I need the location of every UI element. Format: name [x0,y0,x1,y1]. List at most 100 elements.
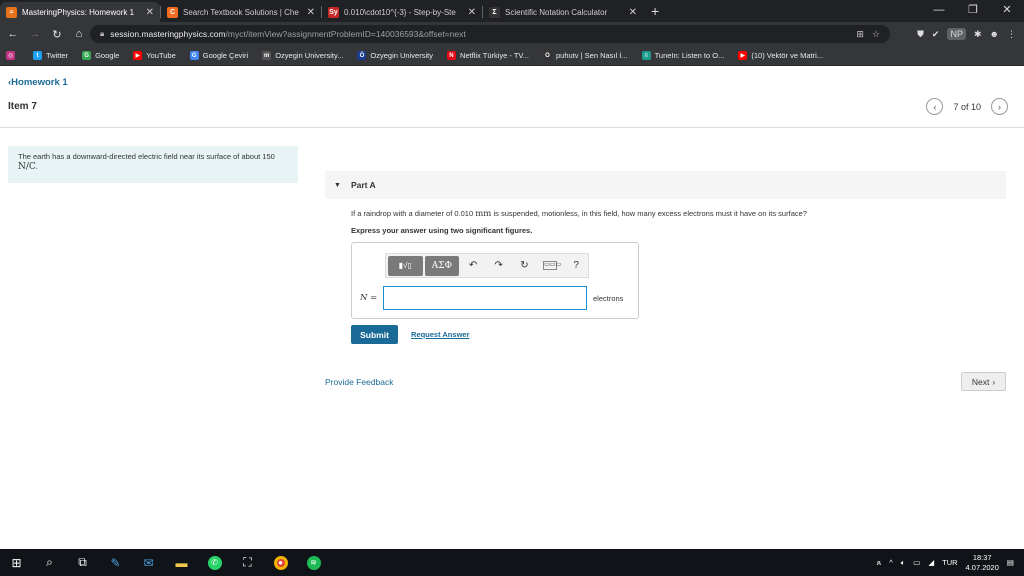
bookmark-item[interactable]: t Twitter [33,51,68,60]
page-title: Item 7 [8,101,37,112]
next-button-label: Next [971,376,990,387]
provide-feedback-link[interactable]: Provide Feedback [325,377,394,387]
browser-tab[interactable]: ≈ MasteringPhysics: Homework 1 ✕ [0,2,160,22]
tab-title: MasteringPhysics: Homework 1 [22,7,135,17]
translate-icon[interactable]: ⊞ [856,25,864,43]
tab-title: Scientific Notation Calculator [505,7,608,17]
task-view-icon[interactable]: ⧉ [66,549,99,576]
bookmark-item[interactable]: ≡ TuneIn: Listen to O... [641,51,724,60]
tab-close-icon[interactable]: ✕ [629,7,637,18]
pager-text: 7 of 10 [953,101,981,112]
store-icon[interactable]: ⛶ [231,549,264,576]
redo-icon[interactable]: ↷ [487,260,511,271]
bookmark-label: YouTube [146,51,176,60]
bookmark-item[interactable]: G Google [82,51,119,60]
next-item-button[interactable]: › [991,98,1008,115]
star-icon[interactable]: ☆ [872,25,880,43]
tab-close-icon[interactable]: ✕ [307,7,315,18]
window-controls: — ❐ ✕ [922,0,1024,22]
tunein-icon: ≡ [641,51,651,60]
bookmark-item[interactable]: G Google Çeviri [189,51,249,60]
bookmark-item[interactable]: m Ozyegin University... [262,51,343,60]
tab-close-icon[interactable]: ✕ [146,7,154,18]
forward-arrow-icon[interactable]: → [26,28,44,40]
puzzle-extension-icon[interactable]: ✱ [974,29,982,40]
twitter-icon: t [33,51,42,60]
part-a-header[interactable]: ▼ Part A [325,171,1006,199]
part-label: Part A [350,180,376,190]
bookmark-item[interactable]: Ö Ozyegin University [357,51,433,60]
address-bar[interactable]: 🔒︎ session.masteringphysics.com/myct/ite… [90,25,890,43]
whatsapp-icon[interactable]: ✆ [198,549,231,576]
question-unit: mm [475,209,492,219]
bookmark-label: Twitter [46,51,69,60]
templates-button[interactable]: ▮√▯ [388,255,423,276]
tab-favicon-icon: Σ [489,6,500,18]
steam-icon[interactable]: ✎ [99,549,132,576]
bookmark-item[interactable]: ◎ [6,51,19,60]
browser-tab[interactable]: Σ Scientific Notation Calculator ✕ [483,2,643,22]
greek-symbols-button[interactable]: ΑΣΦ [424,255,460,276]
next-button[interactable]: Next › [961,372,1006,391]
bookmark-label: Google Çeviri [202,51,249,60]
caret-down-icon: ▼ [334,181,341,189]
lock-icon[interactable]: 🔒︎ [100,29,104,39]
question-pre: If a raindrop with a diameter of 0.010 [351,209,474,218]
browser-toolbar: ← → ↻ ⌂ 🔒︎ session.masteringphysics.com /… [0,22,1024,46]
reload-icon[interactable]: ↻ [48,28,66,41]
reset-icon[interactable]: ↻ [513,260,537,271]
restore-icon[interactable]: ❐ [956,0,990,22]
bookmark-label: Netflix Türkiye - TV... [459,51,530,60]
home-icon[interactable]: ⌂ [70,28,88,40]
file-explorer-icon[interactable]: ▬ [165,549,198,576]
netflix-icon: N [446,51,456,60]
people-icon[interactable]: ጸ [877,558,881,568]
divider [0,127,1024,128]
bookmark-label: Ozyegin University... [275,51,344,60]
undo-icon[interactable]: ↶ [461,260,485,271]
windows-taskbar: ⊞ ⌕ ⧉ ✎ ✉ ▬ ✆ ⛶ ● ≋ ጸ ^ 🔈︎ ▭ ◢ TUR 18:37… [0,549,1024,576]
spotify-icon[interactable]: ≋ [297,549,330,576]
help-icon[interactable]: ? [564,260,588,271]
check-extension-icon[interactable]: ✔ [932,29,940,40]
notification-icon[interactable]: ▤ [1007,558,1014,567]
minimize-icon[interactable]: — [922,0,956,22]
new-tab-button[interactable]: + [643,3,667,19]
windows-start-icon[interactable]: ⊞ [0,549,33,576]
wifi-icon[interactable]: ◢ [928,558,934,567]
volume-icon[interactable]: 🔈︎ [901,558,906,568]
profile-badge[interactable]: NP [947,28,966,40]
tab-title: 0.010\cdot10^{-3} - Step-by-Ste [344,7,456,17]
back-arrow-icon[interactable]: ← [4,28,22,40]
tab-close-icon[interactable]: ✕ [468,7,476,18]
page-content: ‹Homework 1 Item 7 ‹ 7 of 10 › The earth… [0,67,1024,549]
ozu-icon: Ö [357,51,367,60]
browser-tab[interactable]: C Search Textbook Solutions | Che ✕ [161,2,321,22]
intro-unit: N/C [18,162,36,172]
bookmark-item[interactable]: N Netflix Türkiye - TV... [446,51,530,60]
tab-title: Search Textbook Solutions | Che [183,7,299,17]
keyboard-icon[interactable]: ▭▭▭ [543,261,561,270]
battery-icon[interactable]: ▭ [913,558,920,567]
clock[interactable]: 18:37 4.07.2020 [966,553,999,573]
browser-tab[interactable]: Sy 0.010\cdot10^{-3} - Step-by-Ste ✕ [322,2,482,22]
shield-extension-icon[interactable]: ⛊ [917,29,924,40]
bookmark-item[interactable]: ▶ (10) Vektör ve Matri... [738,51,823,60]
equation-toolbar: ▮√▯ ΑΣΦ ↶ ↷ ↻ ▭▭▭ ? [385,253,589,278]
chevron-up-icon[interactable]: ^ [889,558,893,567]
bookmark-item[interactable]: Opuhutv | Sen Nasıl İ... [543,51,628,60]
chrome-icon[interactable]: ● [264,549,297,576]
chevron-right-icon: › [992,376,996,387]
mail-icon[interactable]: ✉ [132,549,165,576]
request-answer-link[interactable]: Request Answer [411,330,470,339]
bookmark-item[interactable]: ▶ YouTube [133,51,176,60]
language-indicator[interactable]: TUR [942,558,957,567]
submit-button[interactable]: Submit [351,325,398,344]
menu-dots-icon[interactable]: ⋮ [1007,29,1016,40]
answer-input[interactable] [383,286,587,310]
close-window-icon[interactable]: ✕ [990,0,1024,22]
avatar[interactable]: ☻ [990,29,999,39]
search-icon[interactable]: ⌕ [33,549,66,576]
homework-back-link[interactable]: ‹Homework 1 [8,77,68,88]
previous-item-button[interactable]: ‹ [926,98,944,115]
